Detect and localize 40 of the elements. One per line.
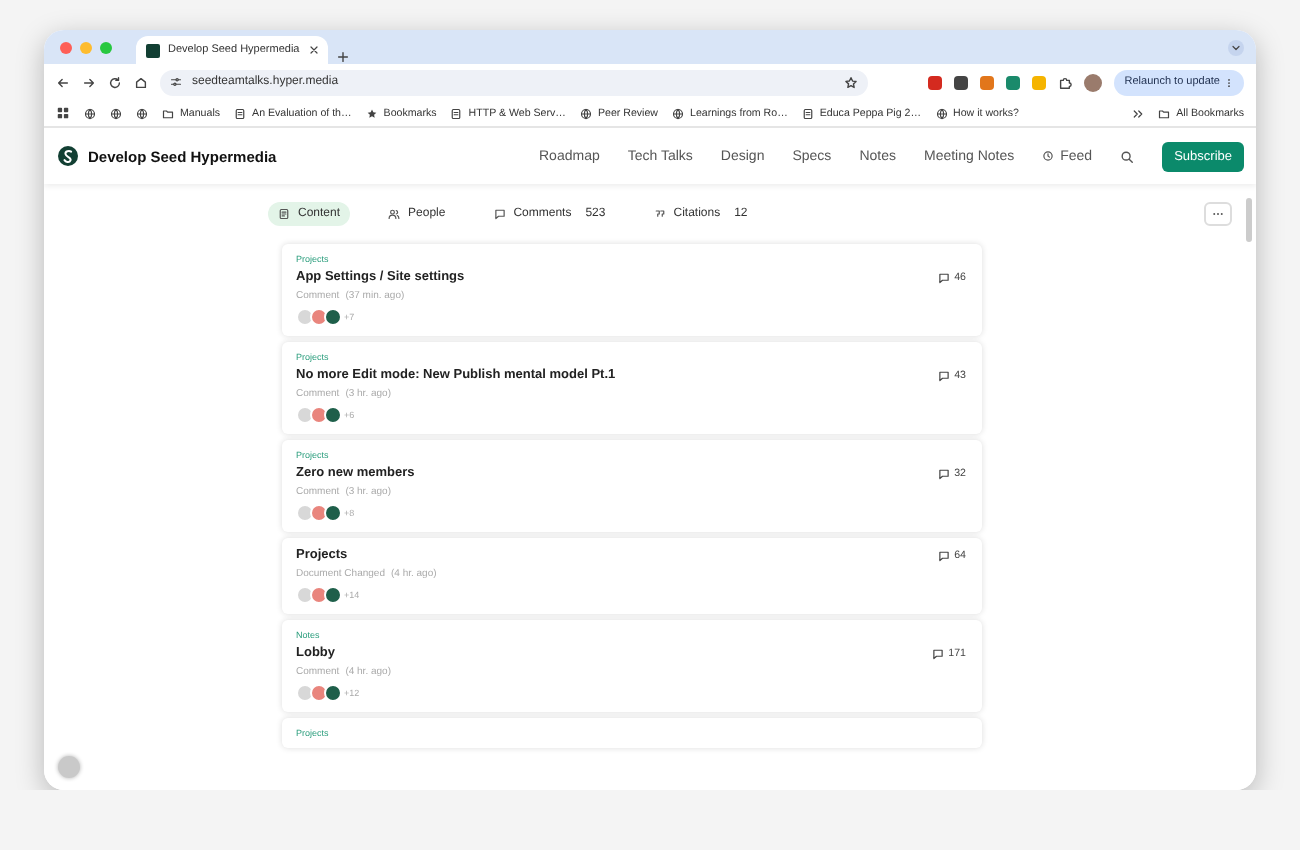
logo-icon[interactable] [58,146,78,166]
globe-icon [579,107,592,119]
puzzle-icon[interactable] [1058,75,1073,89]
folder-icon [1158,107,1171,119]
comment-icon [493,208,506,220]
home-icon[interactable] [134,75,148,89]
page-icon [450,107,463,119]
document-icon [278,208,290,220]
page-icon [234,107,247,119]
comment-icon [938,369,951,381]
plus-icon[interactable] [336,50,350,64]
back-icon[interactable] [56,75,70,89]
profile-avatar[interactable] [1084,73,1103,91]
forward-icon[interactable] [82,75,96,89]
globe-icon [672,107,684,119]
chevron-icon [1230,41,1242,53]
history-icon [1042,150,1055,162]
search-icon[interactable] [1120,149,1135,163]
star-icon [365,107,378,119]
globe-icon[interactable] [84,107,96,119]
comment-icon [932,647,945,659]
globe-icon[interactable] [110,107,122,119]
star-icon[interactable] [844,75,858,89]
globe-icon[interactable] [136,107,148,119]
folder-icon [162,107,174,119]
globe-icon [935,107,948,119]
scrollbar[interactable] [1246,198,1252,242]
comment-icon [938,549,951,561]
people-icon [388,208,401,220]
comment-icon [938,467,951,479]
close-icon[interactable] [307,44,320,56]
site-favicon [146,43,160,57]
tune-icon[interactable] [170,76,182,88]
chevrons-icon[interactable] [1132,107,1145,119]
page-icon [801,107,814,119]
reload-icon[interactable] [108,75,122,89]
apps-icon[interactable] [56,106,70,120]
tab-list-button[interactable] [1228,39,1244,55]
comment-icon [938,271,951,283]
quote-icon [653,208,666,220]
